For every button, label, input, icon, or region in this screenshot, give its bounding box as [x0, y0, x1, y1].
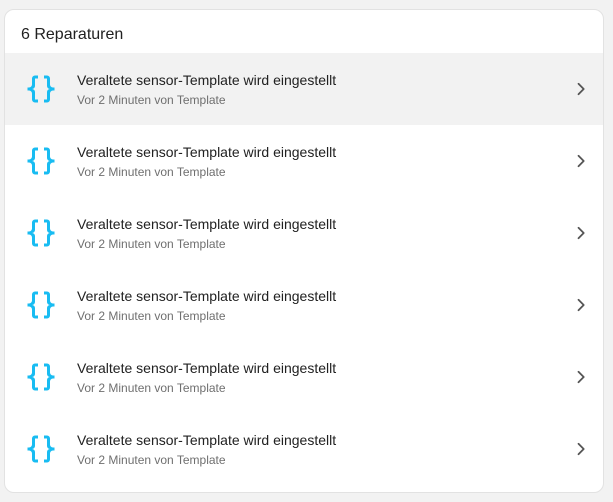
- code-braces-icon: [23, 287, 59, 323]
- chevron-right-icon: [573, 441, 589, 457]
- repair-title: Veraltete sensor-Template wird eingestel…: [77, 144, 337, 160]
- repairs-list: Veraltete sensor-Template wird eingestel…: [5, 53, 603, 485]
- repair-title: Veraltete sensor-Template wird eingestel…: [77, 216, 337, 232]
- repair-item[interactable]: Veraltete sensor-Template wird eingestel…: [5, 125, 603, 197]
- card-title: 6 Reparaturen: [21, 26, 124, 43]
- repair-title: Veraltete sensor-Template wird eingestel…: [77, 360, 337, 376]
- repair-item[interactable]: Veraltete sensor-Template wird eingestel…: [5, 341, 603, 413]
- repair-title: Veraltete sensor-Template wird eingestel…: [77, 72, 337, 88]
- repairs-card: 6 Reparaturen Veraltete sensor-Template …: [4, 9, 604, 493]
- code-braces-icon: [23, 143, 59, 179]
- repair-item[interactable]: Veraltete sensor-Template wird eingestel…: [5, 53, 603, 125]
- repair-subtitle: Vor 2 Minuten von Template: [77, 165, 226, 179]
- code-braces-icon: [23, 215, 59, 251]
- repair-subtitle: Vor 2 Minuten von Template: [77, 453, 226, 467]
- repair-title: Veraltete sensor-Template wird eingestel…: [77, 432, 337, 448]
- chevron-right-icon: [573, 297, 589, 313]
- chevron-right-icon: [573, 153, 589, 169]
- repair-item[interactable]: Veraltete sensor-Template wird eingestel…: [5, 197, 603, 269]
- repair-item[interactable]: Veraltete sensor-Template wird eingestel…: [5, 269, 603, 341]
- repair-title: Veraltete sensor-Template wird eingestel…: [77, 288, 337, 304]
- repair-subtitle: Vor 2 Minuten von Template: [77, 381, 226, 395]
- repair-subtitle: Vor 2 Minuten von Template: [77, 309, 226, 323]
- chevron-right-icon: [573, 225, 589, 241]
- code-braces-icon: [23, 359, 59, 395]
- code-braces-icon: [23, 431, 59, 467]
- chevron-right-icon: [573, 369, 589, 385]
- code-braces-icon: [23, 71, 59, 107]
- chevron-right-icon: [573, 81, 589, 97]
- repair-subtitle: Vor 2 Minuten von Template: [77, 237, 226, 251]
- repair-item[interactable]: Veraltete sensor-Template wird eingestel…: [5, 413, 603, 485]
- repair-subtitle: Vor 2 Minuten von Template: [77, 93, 226, 107]
